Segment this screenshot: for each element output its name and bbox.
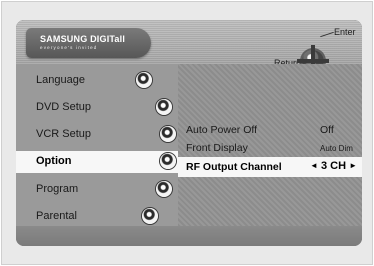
disc-icon	[156, 99, 172, 115]
main-menu-sidebar: Language DVD Setup VCR Setup Option Prog…	[16, 64, 178, 246]
menu-item-label: Parental	[36, 210, 77, 222]
menu-item-program[interactable]: Program	[16, 179, 178, 201]
menu-item-language[interactable]: Language	[16, 70, 178, 92]
brand-logo: SAMSUNG DIGITall everyone's invited	[40, 34, 125, 50]
brand-logo-plate: SAMSUNG DIGITall everyone's invited	[26, 28, 151, 58]
option-value: Auto Dim	[320, 144, 353, 153]
option-label: Front Display	[186, 142, 248, 154]
cassette-icon	[160, 126, 176, 142]
right-arrow-icon[interactable]: ►	[349, 161, 357, 170]
brand-logo-tagline: everyone's invited	[40, 45, 98, 50]
menu-item-parental[interactable]: Parental	[16, 206, 178, 228]
brand-logo-text: SAMSUNG DIGITall	[40, 34, 126, 44]
option-value: Off	[320, 124, 334, 136]
language-icon	[136, 72, 152, 88]
rf-channel-value: 3 CH	[320, 160, 347, 172]
option-label: Auto Power Off	[186, 124, 258, 136]
rf-channel-selector[interactable]: ◄ 3 CH ►	[310, 160, 357, 172]
program-icon	[156, 181, 172, 197]
left-arrow-icon[interactable]: ◄	[310, 161, 318, 170]
enter-leader-line	[320, 31, 334, 38]
osd-header: SAMSUNG DIGITall everyone's invited Ente…	[16, 20, 362, 77]
enter-hint-label: Enter	[334, 27, 356, 37]
menu-item-dvd-setup[interactable]: DVD Setup	[16, 97, 178, 119]
menu-item-label: VCR Setup	[36, 128, 92, 140]
osd-footer	[16, 226, 362, 246]
option-row-rf-output-channel[interactable]: RF Output Channel ◄ 3 CH ►	[178, 157, 362, 177]
option-label: RF Output Channel	[186, 161, 282, 173]
menu-item-label: Program	[36, 183, 79, 195]
wrench-icon	[160, 153, 176, 169]
option-row-front-display[interactable]: Front Display Auto Dim	[178, 138, 362, 158]
option-settings-panel: Auto Power Off Off Front Display Auto Di…	[178, 64, 362, 246]
screen-frame: SAMSUNG DIGITall everyone's invited Ente…	[1, 1, 373, 265]
menu-item-option[interactable]: Option	[16, 151, 178, 173]
menu-item-label: Language	[36, 74, 85, 86]
menu-item-label: DVD Setup	[36, 101, 92, 113]
lock-icon	[142, 208, 158, 224]
option-row-auto-power-off[interactable]: Auto Power Off Off	[178, 120, 362, 140]
menu-item-vcr-setup[interactable]: VCR Setup	[16, 124, 178, 146]
osd-menu-panel: SAMSUNG DIGITall everyone's invited Ente…	[16, 20, 362, 246]
menu-item-label: Option	[36, 155, 72, 167]
